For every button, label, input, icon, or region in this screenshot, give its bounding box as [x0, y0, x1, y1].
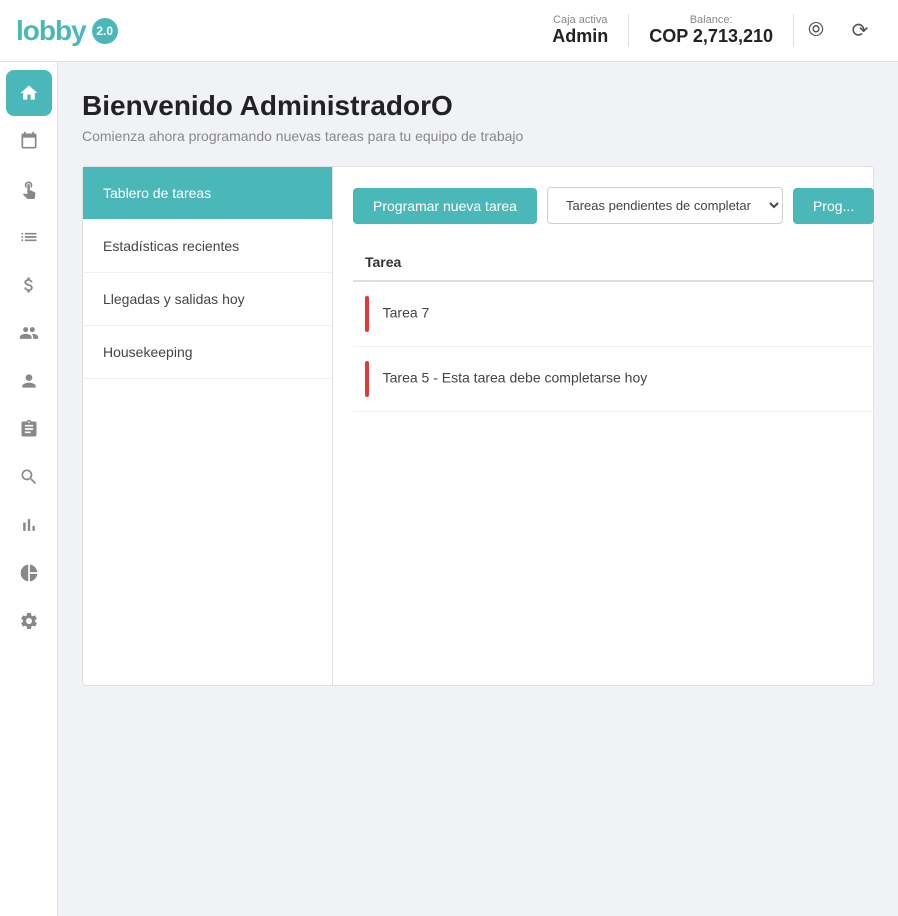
panel-nav: Tablero de tareas Estadísticas recientes…: [83, 167, 333, 685]
logo-text: lobby: [16, 15, 86, 47]
sidebar-item-clipboard[interactable]: [6, 406, 52, 452]
nav-item-housekeeping[interactable]: Housekeeping: [83, 326, 332, 379]
refresh-icon-button[interactable]: ⟳: [838, 9, 882, 53]
caja-label: Caja activa: [552, 14, 608, 26]
welcome-title: Bienvenido AdministradorO: [82, 90, 874, 122]
sidebar-item-users[interactable]: [6, 310, 52, 356]
sidebar-item-calendar[interactable]: [6, 118, 52, 164]
new-task-button[interactable]: Programar nueva tarea: [353, 188, 537, 224]
table-row: Tarea 5 - Esta tarea debe completarse ho…: [353, 347, 874, 412]
sidebar-item-home[interactable]: [6, 70, 52, 116]
sidebar-item-search[interactable]: [6, 454, 52, 500]
sidebar-item-dollar[interactable]: [6, 262, 52, 308]
caja-value: Admin: [552, 26, 608, 47]
balance-value: COP 2,713,210: [649, 26, 773, 47]
logo-area: lobby 2.0: [16, 15, 256, 47]
balance-label: Balance:: [649, 14, 773, 26]
panel-content: Programar nueva tarea Tareas pendientes …: [333, 167, 894, 685]
task-indicator: [365, 296, 369, 332]
logo-version: 2.0: [92, 18, 118, 44]
task-cell: Tarea 5 - Esta tarea debe completarse ho…: [353, 347, 874, 412]
header-caja: Caja activa Admin: [532, 14, 629, 47]
sidebar-item-settings[interactable]: [6, 598, 52, 644]
task-indicator: [365, 361, 369, 397]
sidebar-item-person[interactable]: [6, 358, 52, 404]
nav-item-tablero[interactable]: Tablero de tareas: [83, 167, 332, 220]
column-header-tarea: Tarea: [353, 244, 874, 281]
sidebar-item-touch[interactable]: [6, 166, 52, 212]
sidebar-item-list[interactable]: [6, 214, 52, 260]
table-row: Tarea 7: [353, 281, 874, 347]
task-filter-select[interactable]: Tareas pendientes de completar Todas las…: [547, 187, 783, 224]
prog-button[interactable]: Prog...: [793, 188, 874, 224]
header: lobby 2.0 Caja activa Admin Balance: COP…: [0, 0, 898, 62]
welcome-subtitle: Comienza ahora programando nuevas tareas…: [82, 128, 874, 144]
sidebar-item-bar-chart[interactable]: [6, 502, 52, 548]
history-icon-button[interactable]: ⦾: [794, 9, 838, 53]
sidebar-item-pie-chart[interactable]: [6, 550, 52, 596]
task-label: Tarea 7: [383, 305, 430, 321]
main-layout: Bienvenido AdministradorO Comienza ahora…: [0, 62, 898, 916]
header-right: Caja activa Admin Balance: COP 2,713,210…: [532, 9, 882, 53]
tasks-table: Tarea Tarea 7 T: [353, 244, 874, 412]
panel-toolbar: Programar nueva tarea Tareas pendientes …: [353, 187, 874, 224]
sidebar: [0, 62, 58, 916]
header-balance: Balance: COP 2,713,210: [629, 14, 794, 47]
task-cell: Tarea 7: [353, 281, 874, 347]
task-label: Tarea 5 - Esta tarea debe completarse ho…: [383, 370, 648, 386]
nav-item-llegadas[interactable]: Llegadas y salidas hoy: [83, 273, 332, 326]
main-panel: Tablero de tareas Estadísticas recientes…: [82, 166, 874, 686]
content-area: Bienvenido AdministradorO Comienza ahora…: [58, 62, 898, 916]
nav-item-estadisticas[interactable]: Estadísticas recientes: [83, 220, 332, 273]
